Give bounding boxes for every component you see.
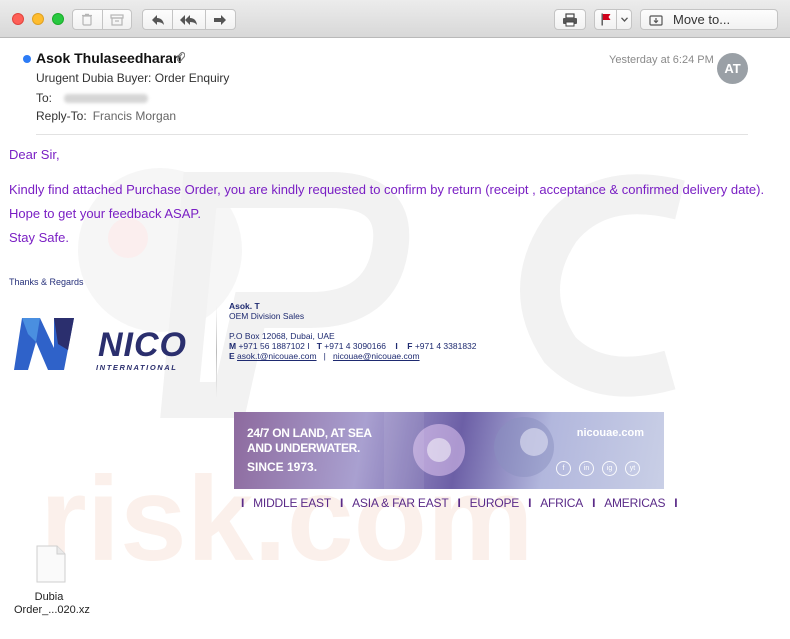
junk-box-icon (110, 13, 124, 26)
avatar: AT (717, 53, 748, 84)
move-to-label: Move to... (673, 12, 731, 27)
move-to-button[interactable]: Move to... (640, 9, 778, 30)
logo-sub: INTERNATIONAL (96, 363, 178, 372)
body-line-2: Hope to get your feedback ASAP. (9, 206, 202, 221)
banner-site: nicouae.com (576, 427, 644, 439)
region-item: MIDDLE EAST (253, 496, 331, 510)
close-window-button[interactable] (12, 13, 24, 25)
logo-divider (216, 306, 217, 398)
header-divider (36, 134, 748, 135)
signature-emails: E asok.t@nicouae.com | nicouae@nicouae.c… (229, 351, 420, 361)
region-item: ASIA & FAR EAST (352, 496, 449, 510)
junk-button[interactable] (103, 10, 132, 29)
delete-junk-group (72, 9, 132, 30)
signature-phones: M +971 56 1887102 I T +971 4 3090166 I F… (229, 341, 477, 351)
paperclip-icon (176, 51, 185, 62)
message-date: Yesterday at 6:24 PM (609, 54, 714, 66)
banner-line-2: AND UNDERWATER. (247, 441, 361, 455)
flag-button[interactable] (594, 9, 632, 30)
banner-line-1: 24/7 ON LAND, AT SEA (247, 426, 372, 440)
reply-to-label: Reply-To: (36, 109, 87, 123)
linkedin-icon[interactable]: in (579, 461, 594, 476)
toolbar: Move to... (0, 0, 790, 38)
reply-to-value[interactable]: Francis Morgan (93, 109, 176, 123)
nico-logo: NICO INTERNATIONAL (14, 314, 194, 381)
thanks-regards: Thanks & Regards (9, 277, 84, 287)
instagram-icon[interactable]: ig (602, 461, 617, 476)
chevron-down-icon (620, 17, 628, 22)
signature-name: Asok. T (229, 301, 260, 311)
message-header: Asok Thulaseedharan Yesterday at 6:24 PM… (0, 38, 790, 138)
body-line-3: Stay Safe. (9, 230, 69, 245)
forward-button[interactable] (206, 10, 235, 29)
reply-all-button[interactable] (173, 10, 204, 29)
body-line-1: Kindly find attached Purchase Order, you… (9, 182, 765, 197)
trash-button[interactable] (73, 10, 102, 29)
banner-line-3: SINCE 1973. (247, 460, 318, 474)
regions-row: I MIDDLE EAST I ASIA & FAR EAST I EUROPE I AFRI… (241, 496, 678, 510)
move-to-folder-icon (649, 14, 663, 26)
print-button[interactable] (554, 9, 586, 30)
printer-icon (563, 12, 577, 26)
to-address-redacted (64, 94, 149, 104)
reply-group (142, 9, 236, 30)
facebook-icon[interactable]: f (556, 461, 571, 476)
reply-icon (151, 14, 164, 25)
message-subject: Urugent Dubia Buyer: Order Enquiry (36, 71, 230, 85)
region-item: AFRICA (540, 496, 584, 510)
to-row: To: (36, 91, 149, 105)
youtube-icon[interactable]: yt (625, 461, 640, 476)
reply-to-row: Reply-To: Francis Morgan (36, 109, 176, 123)
unread-indicator (23, 55, 31, 63)
minimize-window-button[interactable] (32, 13, 44, 25)
trash-icon (82, 13, 93, 26)
region-item: AMERICAS (604, 496, 666, 510)
company-banner[interactable]: 24/7 ON LAND, AT SEA AND UNDERWATER. SIN… (234, 412, 664, 489)
attachment-name[interactable]: Dubia Order_...020.xz (14, 591, 90, 617)
logo-name: NICO (98, 326, 187, 364)
signature-address: P.O Box 12068, Dubai, UAE (229, 331, 335, 341)
email-link-2[interactable]: nicouae@nicouae.com (333, 351, 420, 361)
document-icon[interactable] (36, 545, 66, 583)
to-label: To: (36, 91, 53, 105)
sender-name[interactable]: Asok Thulaseedharan (36, 50, 182, 66)
reply-button[interactable] (143, 10, 172, 29)
flag-icon (601, 13, 611, 26)
signature-title: OEM Division Sales (229, 311, 305, 321)
greeting: Dear Sir, (9, 147, 60, 162)
email-link-1[interactable]: asok.t@nicouae.com (237, 351, 317, 361)
zoom-window-button[interactable] (52, 13, 64, 25)
forward-icon (214, 14, 227, 25)
reply-all-icon (179, 14, 197, 25)
region-item: EUROPE (469, 496, 520, 510)
